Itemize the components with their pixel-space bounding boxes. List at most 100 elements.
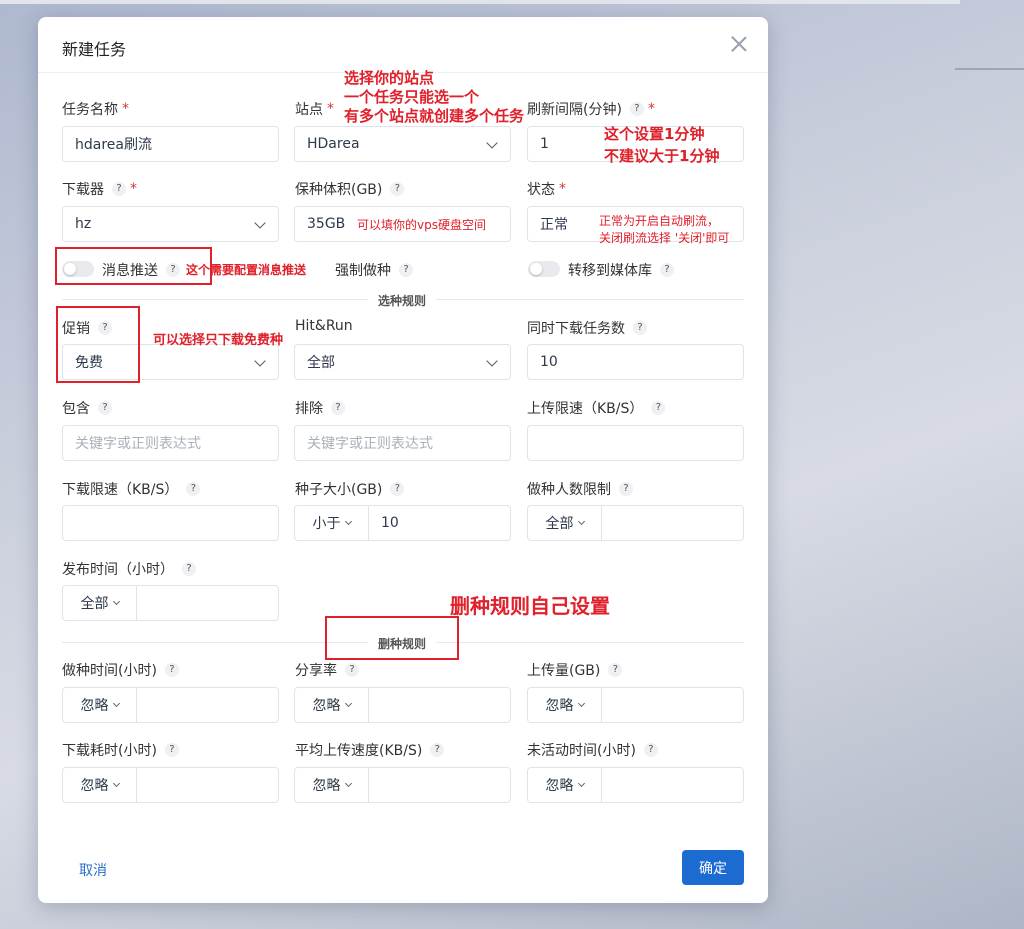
include-label: 包含?	[62, 398, 112, 418]
downloader-select[interactable]: hz	[62, 206, 279, 242]
delete-rules-highlight	[325, 616, 459, 660]
help-icon[interactable]: ?	[331, 401, 345, 415]
download-time-field: 忽略	[62, 767, 279, 803]
help-icon[interactable]: ?	[182, 562, 196, 576]
include-input[interactable]: 关键字或正则表达式	[62, 425, 279, 461]
download-time-input[interactable]	[137, 768, 278, 802]
site-select[interactable]: HDarea	[294, 126, 511, 162]
inactive-time-field: 忽略	[527, 767, 744, 803]
delete-rules-annotation: 删种规则自己设置	[450, 594, 610, 618]
uploaded-input[interactable]	[602, 688, 743, 722]
chevron-down-icon	[344, 517, 352, 526]
concurrent-label: 同时下载任务数?	[527, 318, 647, 338]
close-icon[interactable]	[730, 35, 748, 53]
share-ratio-input[interactable]	[369, 688, 510, 722]
chevron-down-icon	[486, 355, 498, 367]
download-time-op-select[interactable]: 忽略	[63, 768, 137, 802]
status-annotation: 正常为开启自动刷流， 关闭刷流选择 '关闭'即可	[599, 214, 730, 245]
hitrun-select[interactable]: 全部	[294, 344, 511, 380]
inactive-time-input[interactable]	[602, 768, 743, 802]
torrent-size-op-select[interactable]: 小于	[295, 506, 369, 540]
help-icon[interactable]: ?	[660, 263, 674, 277]
avg-upload-speed-field: 忽略	[294, 767, 511, 803]
concurrent-input[interactable]: 10	[527, 344, 744, 380]
help-icon[interactable]: ?	[164, 663, 179, 677]
task-name-input[interactable]: hdarea刷流	[62, 126, 279, 162]
confirm-button[interactable]: 确定	[682, 850, 744, 885]
publish-time-input[interactable]	[137, 586, 278, 620]
publish-time-label: 发布时间（小时）?	[62, 559, 196, 579]
background-strip	[0, 0, 960, 4]
download-time-label: 下载耗时(小时)?	[62, 740, 179, 760]
status-label: 状态 *	[527, 181, 566, 198]
upload-limit-input[interactable]	[527, 425, 744, 461]
site-annotation: 选择你的站点 一个任务只能选一个 有多个站点就创建多个任务	[344, 69, 525, 125]
vps-annotation: 可以填你的vps硬盘空间	[357, 218, 486, 232]
chevron-down-icon	[254, 217, 266, 229]
hitrun-label: Hit&Run	[295, 318, 353, 334]
chevron-down-icon	[577, 517, 585, 526]
select-rules-heading: 选种规则	[368, 292, 437, 309]
chevron-down-icon	[112, 597, 120, 606]
inactive-time-label: 未活动时间(小时)?	[527, 740, 658, 760]
uploaded-label: 上传量(GB)?	[527, 660, 623, 680]
share-ratio-field: 忽略	[294, 687, 511, 723]
chevron-down-icon	[254, 355, 266, 367]
help-icon[interactable]: ?	[608, 663, 623, 677]
interval-annotation: 这个设置1分钟 不建议大于1分钟	[604, 125, 720, 165]
torrent-size-field: 小于 10	[294, 505, 511, 541]
chevron-down-icon	[577, 699, 585, 708]
help-icon[interactable]: ?	[345, 663, 359, 677]
free-annotation: 可以选择只下载免费种	[153, 333, 284, 348]
share-ratio-label: 分享率?	[295, 660, 359, 680]
refresh-interval-label: 刷新间隔(分钟)? *	[527, 101, 655, 118]
help-icon[interactable]: ?	[390, 182, 405, 196]
help-icon[interactable]: ?	[629, 102, 644, 116]
uploaded-field: 忽略	[527, 687, 744, 723]
chevron-down-icon	[486, 137, 498, 149]
inactive-time-op-select[interactable]: 忽略	[528, 768, 602, 802]
help-icon[interactable]: ?	[112, 182, 126, 196]
force-seed-label: 强制做种?	[335, 260, 413, 280]
share-ratio-op-select[interactable]: 忽略	[295, 688, 369, 722]
cancel-button[interactable]: 取消	[79, 860, 107, 880]
publish-time-op-select[interactable]: 全部	[63, 586, 137, 620]
seed-time-field: 忽略	[62, 687, 279, 723]
help-icon[interactable]: ?	[643, 743, 658, 757]
avg-upload-speed-op-select[interactable]: 忽略	[295, 768, 369, 802]
site-label: 站点 *	[295, 101, 334, 118]
help-icon[interactable]: ?	[651, 401, 666, 415]
seeders-limit-input[interactable]	[602, 506, 743, 540]
download-limit-input[interactable]	[62, 505, 279, 541]
chevron-down-icon	[112, 699, 120, 708]
torrent-size-label: 种子大小(GB)?	[295, 479, 405, 499]
exclude-label: 排除?	[295, 398, 345, 418]
help-icon[interactable]: ?	[633, 321, 647, 335]
seeders-limit-op-select[interactable]: 全部	[528, 506, 602, 540]
seed-volume-label: 保种体积(GB)?	[295, 179, 405, 199]
exclude-input[interactable]: 关键字或正则表达式	[294, 425, 511, 461]
dialog-title: 新建任务	[62, 40, 127, 59]
transfer-media-toggle[interactable]	[528, 261, 560, 277]
seed-time-label: 做种时间(小时)?	[62, 660, 179, 680]
chevron-down-icon	[112, 779, 120, 788]
help-icon[interactable]: ?	[619, 482, 633, 496]
help-icon[interactable]: ?	[164, 743, 179, 757]
push-annotation: 这个需要配置消息推送	[186, 263, 307, 277]
help-icon[interactable]: ?	[186, 482, 201, 496]
chevron-down-icon	[344, 699, 352, 708]
download-limit-label: 下载限速（KB/S）?	[62, 479, 201, 499]
seed-time-op-select[interactable]: 忽略	[63, 688, 137, 722]
seed-time-input[interactable]	[137, 688, 278, 722]
help-icon[interactable]: ?	[98, 401, 112, 415]
promotion-highlight	[56, 306, 140, 383]
help-icon[interactable]: ?	[390, 482, 405, 496]
help-icon[interactable]: ?	[399, 263, 413, 277]
seeders-limit-label: 做种人数限制?	[527, 479, 633, 499]
avg-upload-speed-input[interactable]	[369, 768, 510, 802]
transfer-media-label: 转移到媒体库?	[568, 260, 674, 280]
help-icon[interactable]: ?	[430, 743, 445, 757]
upload-limit-label: 上传限速（KB/S）?	[527, 398, 666, 418]
torrent-size-input[interactable]: 10	[369, 506, 510, 540]
uploaded-op-select[interactable]: 忽略	[528, 688, 602, 722]
